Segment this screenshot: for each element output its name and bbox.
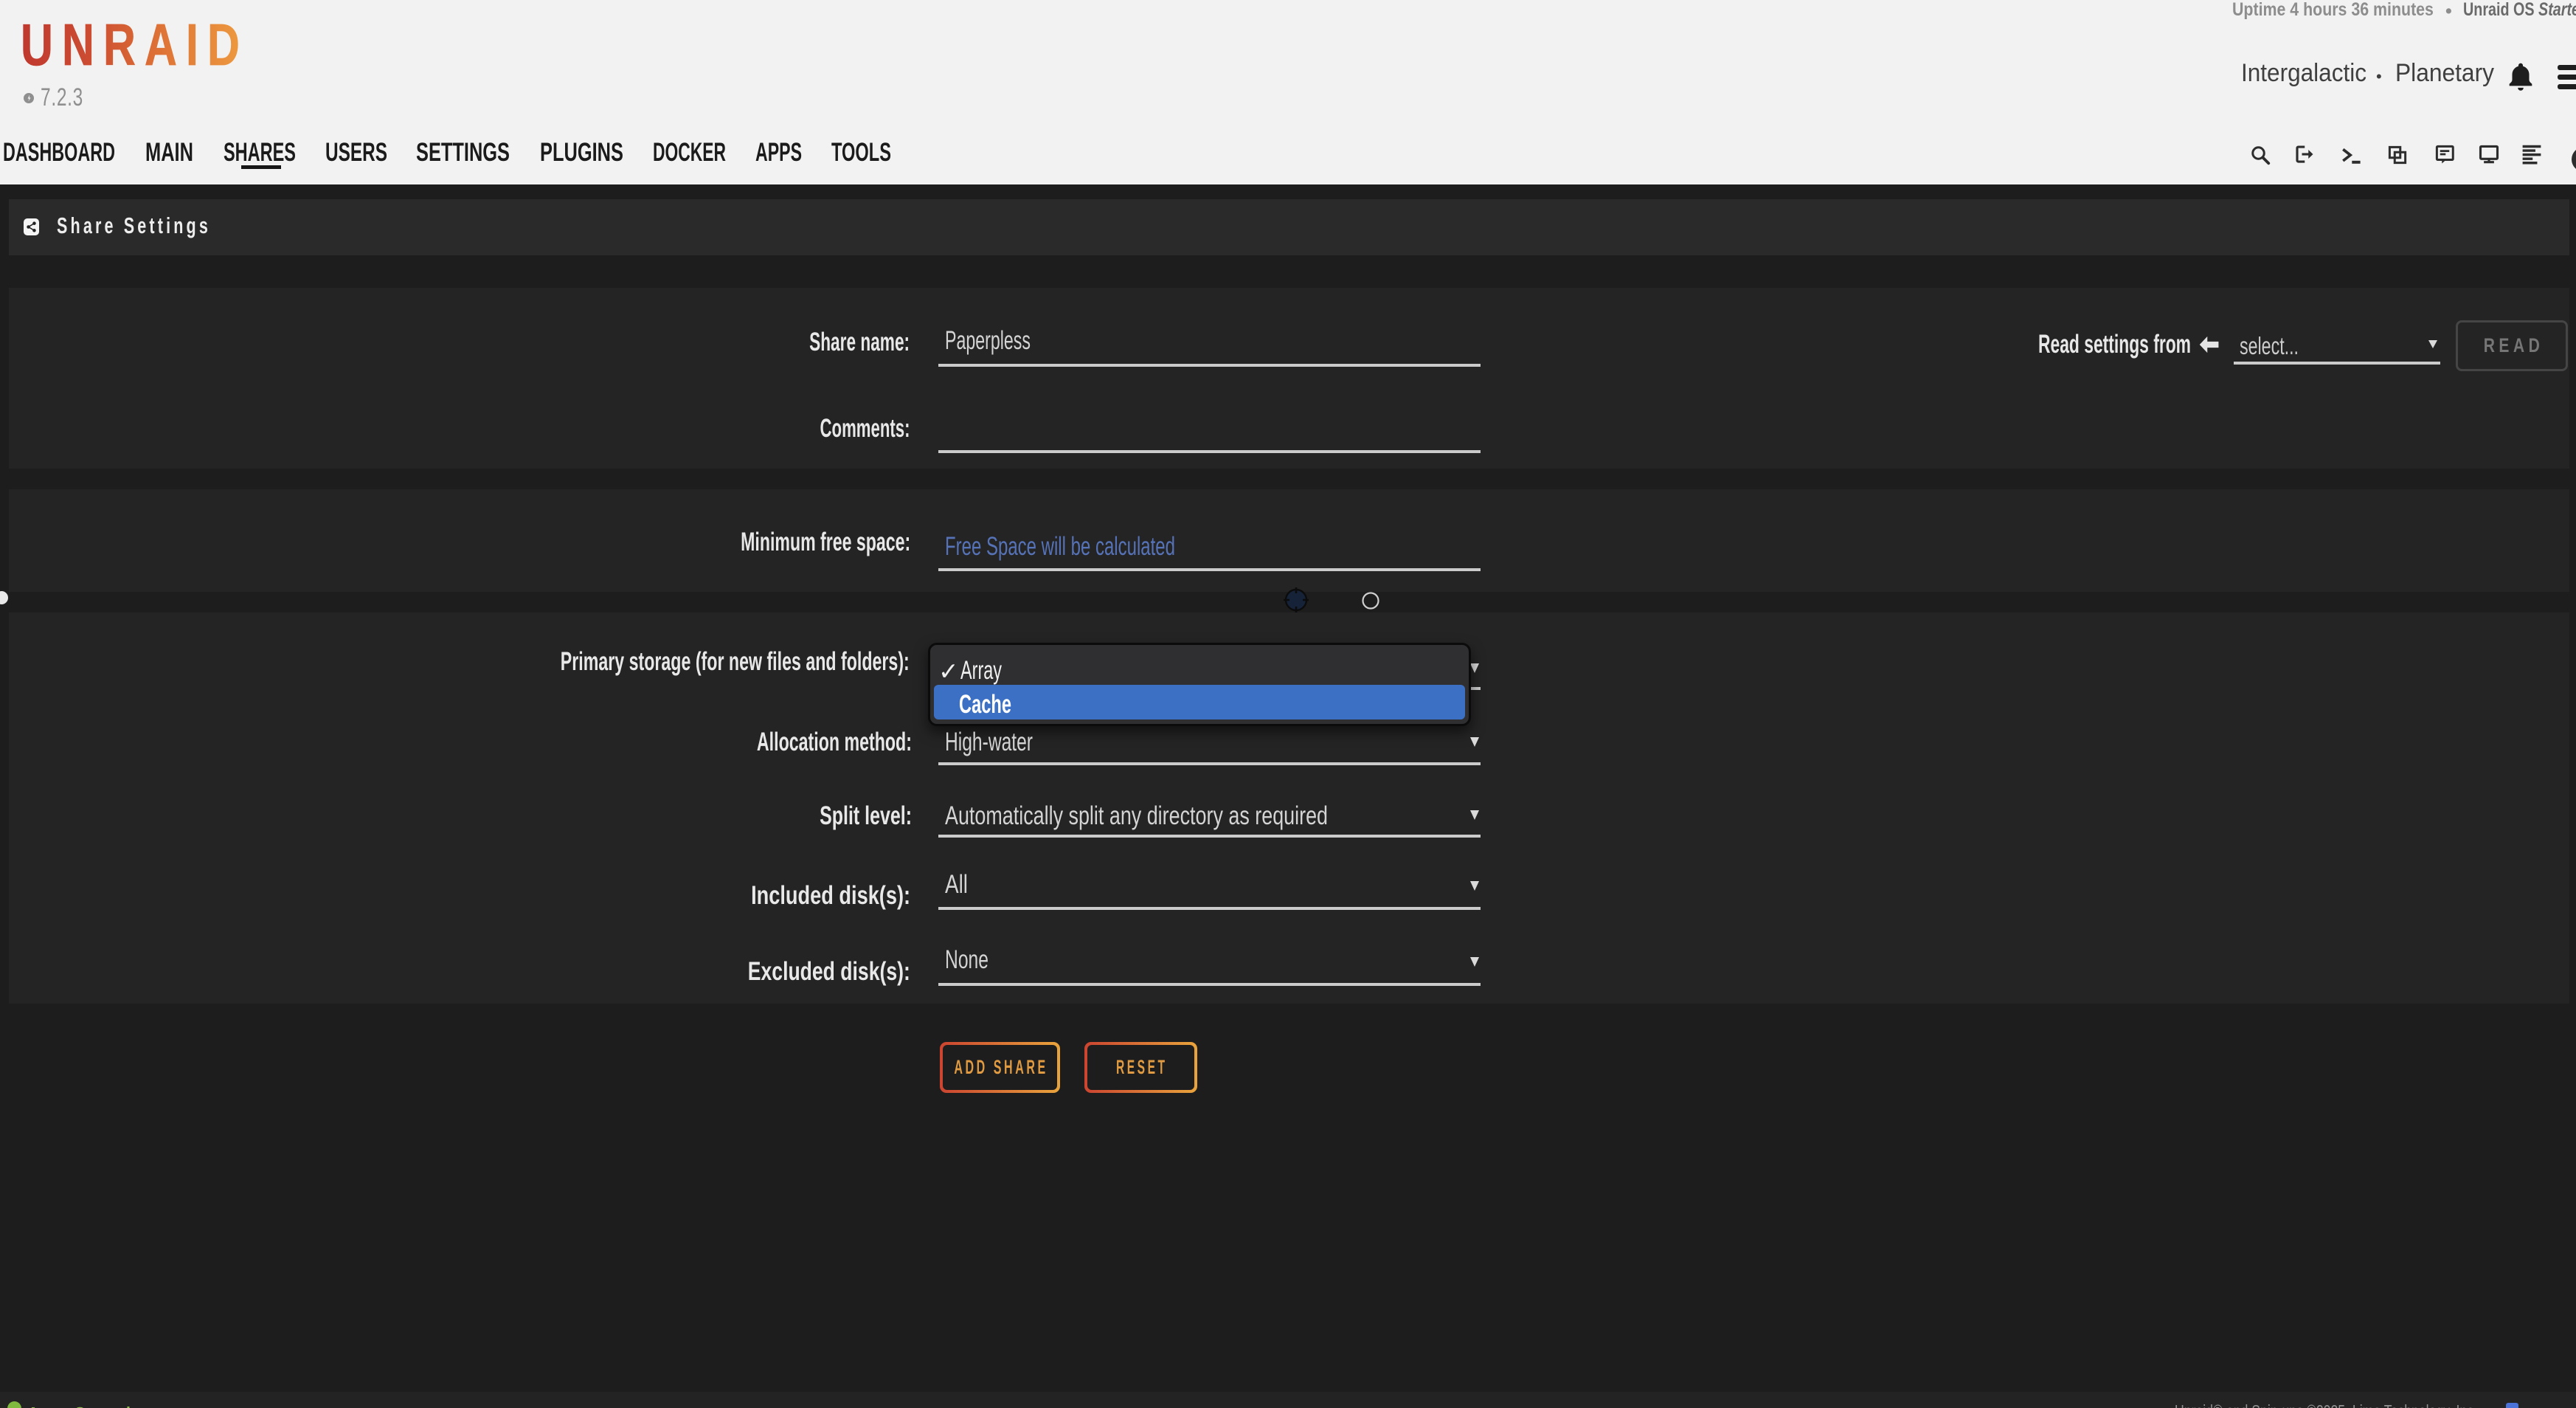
- svg-text:UNRAID: UNRAID: [21, 12, 249, 77]
